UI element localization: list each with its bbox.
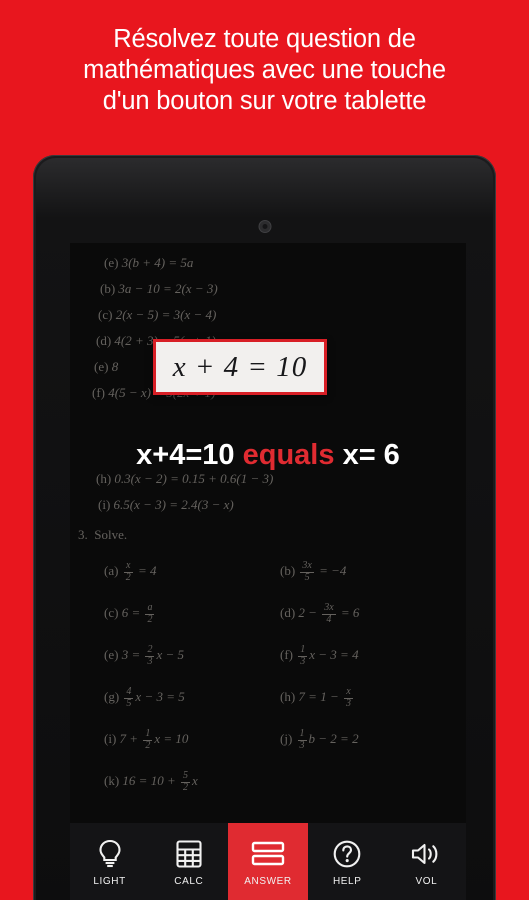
worksheet-line-label: (a): [104, 562, 119, 578]
worksheet-line-text: 3(b + 4) = 5a: [121, 255, 194, 270]
toolbar-label-vol: VOL: [415, 876, 438, 887]
detected-equation-text: x + 4 = 10: [172, 350, 308, 383]
worksheet-line-label: (c): [98, 307, 113, 322]
worksheet-line-text: Solve.: [94, 527, 128, 542]
answer-expression: x+4=10: [136, 439, 235, 471]
toolbar-label-light: LIGHT: [93, 876, 126, 887]
worksheet-line-text: 2(x − 5) = 3(x − 4): [115, 307, 217, 322]
tablet-device: (e) 3(b + 4) = 5a (b) 3a − 10 = 2(x − 3)…: [33, 155, 496, 900]
worksheet-line-label: (e): [104, 255, 119, 270]
worksheet-line-text: 8: [111, 359, 119, 374]
worksheet-line-label: (h): [96, 471, 112, 486]
front-camera-icon: [259, 221, 270, 232]
worksheet-line-label: (c): [104, 604, 119, 620]
promo-screenshot: Résolvez toute question de mathématiques…: [0, 0, 529, 900]
worksheet-background: (e) 3(b + 4) = 5a (b) 3a − 10 = 2(x − 3)…: [78, 255, 360, 793]
headline-line-2: mathématiques avec une touche: [83, 56, 446, 84]
toolbar-button-light[interactable]: LIGHT: [70, 823, 149, 900]
worksheet-line-label: (f): [92, 385, 105, 400]
detected-equation-box: x + 4 = 10: [153, 339, 327, 395]
worksheet-line-label: (k): [104, 772, 120, 788]
worksheet-line-label: (g): [104, 688, 120, 704]
worksheet-line-label: 3.: [78, 527, 88, 542]
toolbar-button-calc[interactable]: CALC: [149, 823, 228, 900]
answer-connector: equals: [242, 439, 335, 471]
toolbar-button-answer[interactable]: ANSWER: [228, 823, 308, 900]
speaker-volume-icon: [410, 839, 442, 869]
worksheet-line-label: (d): [280, 604, 296, 620]
worksheet-line-label: (j): [280, 730, 293, 746]
worksheet-line-text: 6.5(x − 3) = 2.4(3 − x): [113, 497, 234, 512]
worksheet-line-label: (f): [280, 646, 293, 662]
worksheet-line-text: 3a − 10 = 2(x − 3): [118, 281, 218, 296]
camera-viewport[interactable]: (e) 3(b + 4) = 5a (b) 3a − 10 = 2(x − 3)…: [70, 243, 466, 823]
worksheet-line-label: (e): [104, 646, 119, 662]
lightbulb-icon: [97, 839, 123, 869]
toolbar-label-answer: ANSWER: [244, 876, 292, 887]
tablet-bezel: (e) 3(b + 4) = 5a (b) 3a − 10 = 2(x − 3)…: [36, 158, 493, 900]
headline-line-3: d'un bouton sur votre tablette: [102, 87, 427, 115]
page-title: Résolvez toute question de mathématiques…: [0, 24, 529, 117]
worksheet-line-label: (b): [100, 281, 116, 296]
toolbar-label-calc: CALC: [174, 876, 204, 887]
answer-overlay: x+4=10 equals x= 6: [70, 439, 466, 472]
toolbar-label-help: HELP: [332, 876, 362, 887]
worksheet-line-label: (b): [280, 562, 296, 578]
worksheet-line-label: (i): [98, 497, 111, 512]
answer-result: x= 6: [342, 439, 400, 471]
worksheet-line-label: (h): [280, 688, 296, 704]
calculator-icon: [175, 839, 203, 869]
worksheet-line-label: (i): [104, 730, 117, 746]
worksheet-line-label: (e): [94, 359, 109, 374]
bottom-toolbar: LIGHT CALC ANSWER HELP VOL: [70, 823, 466, 900]
worksheet-line-text: 0.3(x − 2) = 0.15 + 0.6(1 − 3): [114, 471, 274, 486]
toolbar-button-help[interactable]: HELP: [308, 823, 387, 900]
toolbar-button-vol[interactable]: VOL: [387, 823, 466, 900]
worksheet-line-label: (d): [96, 333, 112, 348]
headline-line-1: Résolvez toute question de: [113, 25, 416, 53]
answer-lines-icon: [251, 839, 285, 869]
question-mark-icon: [332, 839, 362, 869]
